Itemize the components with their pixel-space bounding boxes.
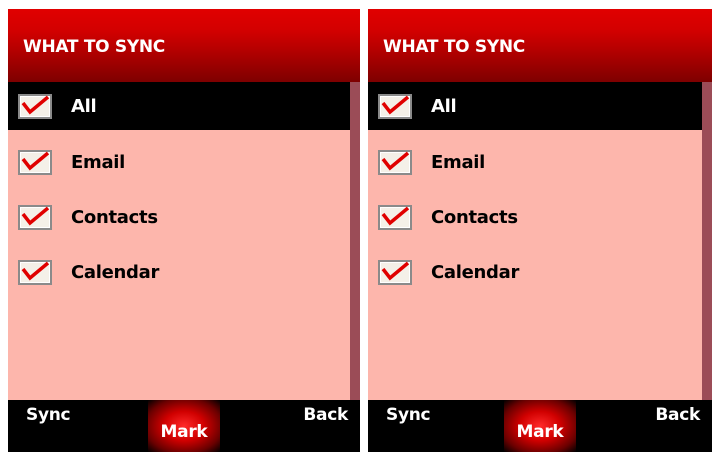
back-softkey[interactable]: Back xyxy=(303,405,348,425)
sync-softkey[interactable]: Sync xyxy=(386,405,431,425)
checkbox-checked-icon[interactable] xyxy=(378,204,412,230)
mark-softkey-label: Mark xyxy=(516,422,564,442)
sync-options-list: All Email Contacts Calendar xyxy=(8,82,350,400)
list-item-label: All xyxy=(431,95,457,117)
checkbox-checked-icon[interactable] xyxy=(18,259,52,285)
list-item-calendar[interactable]: Calendar xyxy=(8,248,350,296)
list-item-calendar[interactable]: Calendar xyxy=(368,248,702,296)
mark-softkey[interactable]: Mark xyxy=(148,400,220,452)
header-bar: WHAT TO SYNC xyxy=(8,9,360,82)
scrollbar[interactable] xyxy=(702,82,712,400)
list-item-all[interactable]: All xyxy=(8,82,350,130)
mark-softkey-label: Mark xyxy=(160,422,208,442)
list-item-contacts[interactable]: Contacts xyxy=(368,193,702,241)
mark-softkey[interactable]: Mark xyxy=(504,400,576,452)
list-item-contacts[interactable]: Contacts xyxy=(8,193,350,241)
scrollbar[interactable] xyxy=(350,82,360,400)
list-item-label: Contacts xyxy=(431,206,518,228)
checkbox-checked-icon[interactable] xyxy=(378,149,412,175)
page-title: WHAT TO SYNC xyxy=(23,37,165,57)
list-item-all[interactable]: All xyxy=(368,82,702,130)
back-softkey[interactable]: Back xyxy=(655,405,700,425)
list-item-label: All xyxy=(71,95,97,117)
softkey-bar: Sync Mark Back xyxy=(368,400,712,452)
sync-screen-left: WHAT TO SYNC All Email Contacts Calendar… xyxy=(8,9,360,452)
list-item-email[interactable]: Email xyxy=(8,138,350,186)
checkbox-checked-icon[interactable] xyxy=(18,204,52,230)
checkbox-checked-icon[interactable] xyxy=(18,149,52,175)
list-item-label: Email xyxy=(431,151,486,173)
softkey-bar: Sync Mark Back xyxy=(8,400,360,452)
checkbox-checked-icon[interactable] xyxy=(378,93,412,119)
sync-softkey[interactable]: Sync xyxy=(26,405,71,425)
list-item-label: Contacts xyxy=(71,206,158,228)
checkbox-checked-icon[interactable] xyxy=(378,259,412,285)
checkbox-checked-icon[interactable] xyxy=(18,93,52,119)
list-item-label: Email xyxy=(71,151,126,173)
list-item-email[interactable]: Email xyxy=(368,138,702,186)
header-bar: WHAT TO SYNC xyxy=(368,9,712,82)
page-title: WHAT TO SYNC xyxy=(383,37,525,57)
list-item-label: Calendar xyxy=(431,261,520,283)
sync-options-list: All Email Contacts Calendar xyxy=(368,82,702,400)
list-item-label: Calendar xyxy=(71,261,160,283)
sync-screen-right: WHAT TO SYNC All Email Contacts Calendar… xyxy=(368,9,712,452)
